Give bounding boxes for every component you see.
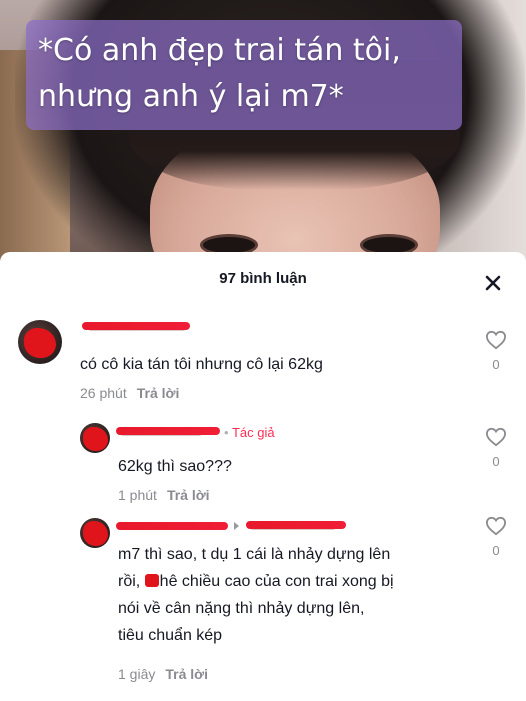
comment-text-line: rồi, hê chiều cao của con trai xong bị xyxy=(118,573,394,590)
reply-button[interactable]: Trả lời xyxy=(167,487,210,503)
avatar-redaction xyxy=(24,328,56,358)
comment-time: 1 giây xyxy=(118,666,156,682)
reply-button[interactable]: Trả lời xyxy=(137,385,180,401)
comment-time: 1 phút xyxy=(118,487,157,503)
heart-icon xyxy=(485,427,507,447)
comment-text-line: m7 thì sao, t dụ 1 cái là nhảy dựng lên xyxy=(118,546,391,563)
comment-text-line: nói về cân nặng thì nhảy dựng lên, xyxy=(118,600,365,617)
avatar[interactable] xyxy=(80,518,110,548)
comment-text: m7 thì sao, t dụ 1 cái là nhảy dựng lên … xyxy=(118,541,478,649)
reply-item: • Tác giả 62kg thì sao??? 1 phút Trả lời … xyxy=(0,415,526,507)
comments-sheet: 97 bình luận có cô kia tán tôi nhưng cô … xyxy=(0,252,526,701)
comment-text: 62kg thì sao??? xyxy=(118,458,232,475)
avatar[interactable] xyxy=(18,320,62,364)
video-caption: *Có anh đẹp trai tán tôi, nhưng anh ý lạ… xyxy=(38,33,401,114)
comment-time: 26 phút xyxy=(80,385,127,401)
like-count: 0 xyxy=(492,454,500,469)
avatar-redaction xyxy=(83,521,108,546)
like-button[interactable]: 0 xyxy=(484,516,508,558)
avatar-redaction xyxy=(83,427,108,451)
author-tag: • Tác giả xyxy=(224,425,275,440)
comment-meta: 1 phút Trả lời xyxy=(118,487,210,503)
comment-count: 97 bình luận xyxy=(219,270,307,287)
reply-item: m7 thì sao, t dụ 1 cái là nhảy dựng lên … xyxy=(0,512,526,697)
comment-meta: 1 giây Trả lời xyxy=(118,666,208,682)
username-redacted[interactable] xyxy=(116,522,228,530)
like-button[interactable]: 0 xyxy=(484,330,508,372)
heart-icon xyxy=(485,330,507,350)
username-redacted[interactable] xyxy=(116,427,220,435)
reply-to-arrow-icon xyxy=(234,522,239,530)
like-button[interactable]: 0 xyxy=(484,427,508,469)
heart-icon xyxy=(485,516,507,536)
reply-to-username-redacted[interactable] xyxy=(246,521,346,529)
comment-text-line: tiêu chuẩn kép xyxy=(118,627,223,644)
reply-button[interactable]: Trả lời xyxy=(165,666,208,682)
inline-redaction xyxy=(144,574,159,587)
video-background: *Có anh đẹp trai tán tôi, nhưng anh ý lạ… xyxy=(0,0,526,268)
comment-text: có cô kia tán tôi nhưng cô lại 62kg xyxy=(80,356,323,373)
like-count: 0 xyxy=(492,357,500,372)
avatar[interactable] xyxy=(80,423,110,453)
username-redacted[interactable] xyxy=(82,322,190,330)
author-tag-label: Tác giả xyxy=(231,425,275,440)
close-button[interactable] xyxy=(480,270,506,296)
comments-header: 97 bình luận xyxy=(0,252,526,307)
comment-meta: 26 phút Trả lời xyxy=(80,385,179,401)
like-count: 0 xyxy=(492,543,500,558)
close-icon xyxy=(485,275,501,291)
comment-item: có cô kia tán tôi nhưng cô lại 62kg 26 p… xyxy=(0,312,526,407)
